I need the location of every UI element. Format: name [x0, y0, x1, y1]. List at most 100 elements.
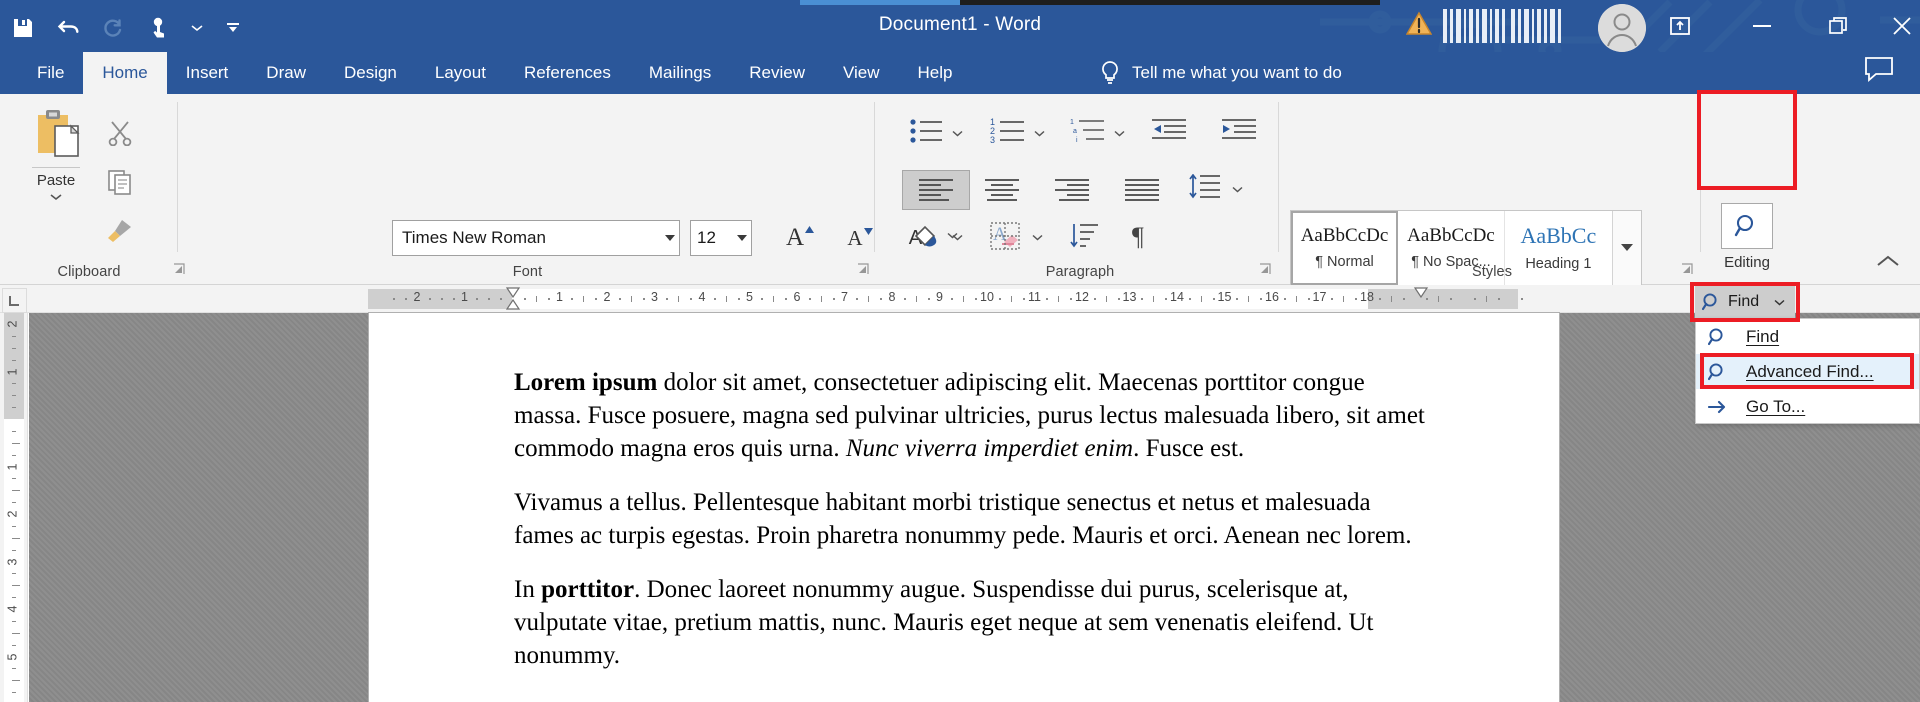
editing-icon-box: [1721, 203, 1773, 249]
font-name-chevron-down-icon[interactable]: [661, 234, 679, 242]
left-tab-stop-icon[interactable]: [2, 288, 27, 313]
numbering-chevron-down-icon[interactable]: [1034, 124, 1050, 140]
restore-button[interactable]: [1812, 4, 1864, 48]
vertical-ruler[interactable]: 2 1 1 2 3 4 5: [0, 313, 28, 702]
collapse-ribbon-button[interactable]: [1876, 254, 1902, 276]
center-button[interactable]: [980, 174, 1024, 206]
menu-find-search-icon: [1708, 327, 1723, 345]
ruler-number: 6: [793, 290, 801, 304]
tab-references[interactable]: References: [505, 52, 630, 94]
horizontal-ruler[interactable]: 2 1 1 2 3 4 5 6 7 8 9 10 11 12 13 14 15 16 17 18: [0, 285, 1920, 313]
editing-button[interactable]: Editing: [1703, 197, 1791, 283]
vruler-tick: [12, 525, 16, 527]
word-window: Document1 - Word File Home Insert Draw D…: [0, 0, 1920, 702]
ruler-tick: [440, 298, 443, 300]
tab-help[interactable]: Help: [899, 52, 972, 94]
find-split-button[interactable]: Find: [1695, 286, 1795, 318]
menu-item-find[interactable]: Find: [1696, 319, 1919, 354]
show-formatting-marks-button[interactable]: ¶: [1130, 222, 1166, 254]
multilevel-chevron-down-icon[interactable]: [1114, 124, 1130, 140]
shrink-font-caret-down-icon: [864, 228, 873, 235]
styles-dialog-launcher[interactable]: [1680, 262, 1696, 278]
tab-home[interactable]: Home: [83, 52, 167, 94]
vruler-tick: [12, 620, 16, 622]
tab-design[interactable]: Design: [325, 52, 416, 94]
tab-file[interactable]: File: [18, 52, 83, 94]
group-label-styles: Styles: [1471, 264, 1513, 280]
font-size-input[interactable]: 12: [690, 220, 752, 256]
justify-button[interactable]: [1120, 174, 1164, 206]
line-spacing-icon: [1189, 173, 1220, 199]
comments-icon[interactable]: [1864, 56, 1900, 90]
vruler-tick: [12, 490, 20, 492]
minimize-button[interactable]: [1736, 4, 1788, 48]
borders-chevron-down-icon[interactable]: [1032, 228, 1048, 244]
document-page[interactable]: Lorem ipsum dolor sit amet, consectetuer…: [369, 313, 1559, 702]
font-size-chevron-down-icon[interactable]: [733, 234, 751, 242]
line-spacing-chevron-down-icon[interactable]: [1232, 180, 1248, 196]
tab-insert[interactable]: Insert: [167, 52, 248, 94]
first-line-indent-marker[interactable]: [505, 287, 521, 298]
shrink-font-button[interactable]: A: [835, 219, 875, 257]
copy-button[interactable]: [100, 163, 140, 201]
align-right-button[interactable]: [1050, 174, 1094, 206]
tab-review[interactable]: Review: [730, 52, 824, 94]
decrease-indent-button[interactable]: [1152, 118, 1186, 146]
align-left-button[interactable]: [902, 170, 970, 210]
vruler-tick: [12, 585, 20, 587]
ruler-number: 8: [888, 290, 896, 304]
ruler-tick: [428, 298, 431, 300]
line-spacing-button[interactable]: [1188, 173, 1228, 206]
ribbon-group-clipboard: Paste Clipboard: [0, 94, 185, 285]
bullets-button[interactable]: [910, 118, 944, 146]
paragraph-1-run-1: Lorem ipsum: [514, 369, 658, 396]
tell-me-box[interactable]: Tell me what you want to do: [1100, 52, 1342, 94]
editing-label: Editing: [1724, 254, 1770, 271]
vruler-number: 4: [5, 605, 20, 613]
shading-chevron-down-icon[interactable]: [952, 228, 968, 244]
cut-button[interactable]: [100, 114, 140, 152]
menu-item-go-to[interactable]: Go To...: [1696, 389, 1919, 424]
ruler-tick: [547, 298, 550, 300]
paste-chevron-down-icon[interactable]: [50, 193, 62, 201]
ruler-tick: [785, 298, 788, 300]
close-button[interactable]: [1884, 4, 1920, 48]
paste-button[interactable]: Paste: [22, 108, 90, 246]
right-indent-marker[interactable]: [1413, 287, 1429, 298]
ribbon-display-options-button[interactable]: [1654, 4, 1706, 48]
ruler-tick: [1188, 298, 1191, 300]
font-name-input[interactable]: Times New Roman: [392, 220, 680, 256]
align-right-icon: [1055, 179, 1089, 201]
ruler-tick: [1283, 298, 1286, 300]
borders-button[interactable]: [990, 222, 1026, 254]
numbering-button[interactable]: 1 2 3: [990, 117, 1024, 146]
sort-button[interactable]: [1070, 222, 1106, 254]
document-text[interactable]: Lorem ipsum dolor sit amet, consectetuer…: [514, 366, 1434, 693]
vruler-tick: [12, 692, 16, 694]
warning-icon[interactable]: [1406, 11, 1432, 37]
format-painter-button[interactable]: [100, 212, 140, 250]
menu-item-advanced-find[interactable]: Advanced Find...: [1696, 354, 1919, 389]
find-chevron-down-icon[interactable]: [1774, 299, 1785, 306]
ruler-number: 1: [461, 290, 468, 304]
ruler-number: 12: [1075, 290, 1089, 304]
menu-advanced-find-search-icon: [1708, 362, 1723, 380]
tab-layout[interactable]: Layout: [416, 52, 505, 94]
multilevel-list-button[interactable]: 1 a i: [1070, 118, 1104, 146]
ruler-number: 7: [841, 290, 848, 304]
shading-button[interactable]: [910, 222, 946, 254]
bullets-chevron-down-icon[interactable]: [952, 124, 968, 140]
hanging-indent-marker[interactable]: [505, 299, 521, 310]
paste-label: Paste: [36, 172, 76, 189]
tab-view[interactable]: View: [824, 52, 899, 94]
vruler-number: 5: [5, 653, 20, 660]
paragraph-dialog-launcher[interactable]: [1258, 262, 1274, 278]
avatar[interactable]: [1598, 4, 1646, 52]
tab-mailings[interactable]: Mailings: [630, 52, 730, 94]
font-dialog-launcher[interactable]: [856, 262, 872, 278]
tab-draw[interactable]: Draw: [247, 52, 325, 94]
increase-indent-button[interactable]: [1222, 118, 1256, 146]
grow-font-button[interactable]: A: [775, 219, 815, 257]
ruler-tick: [1058, 296, 1060, 302]
ruler-tick: [476, 298, 479, 300]
